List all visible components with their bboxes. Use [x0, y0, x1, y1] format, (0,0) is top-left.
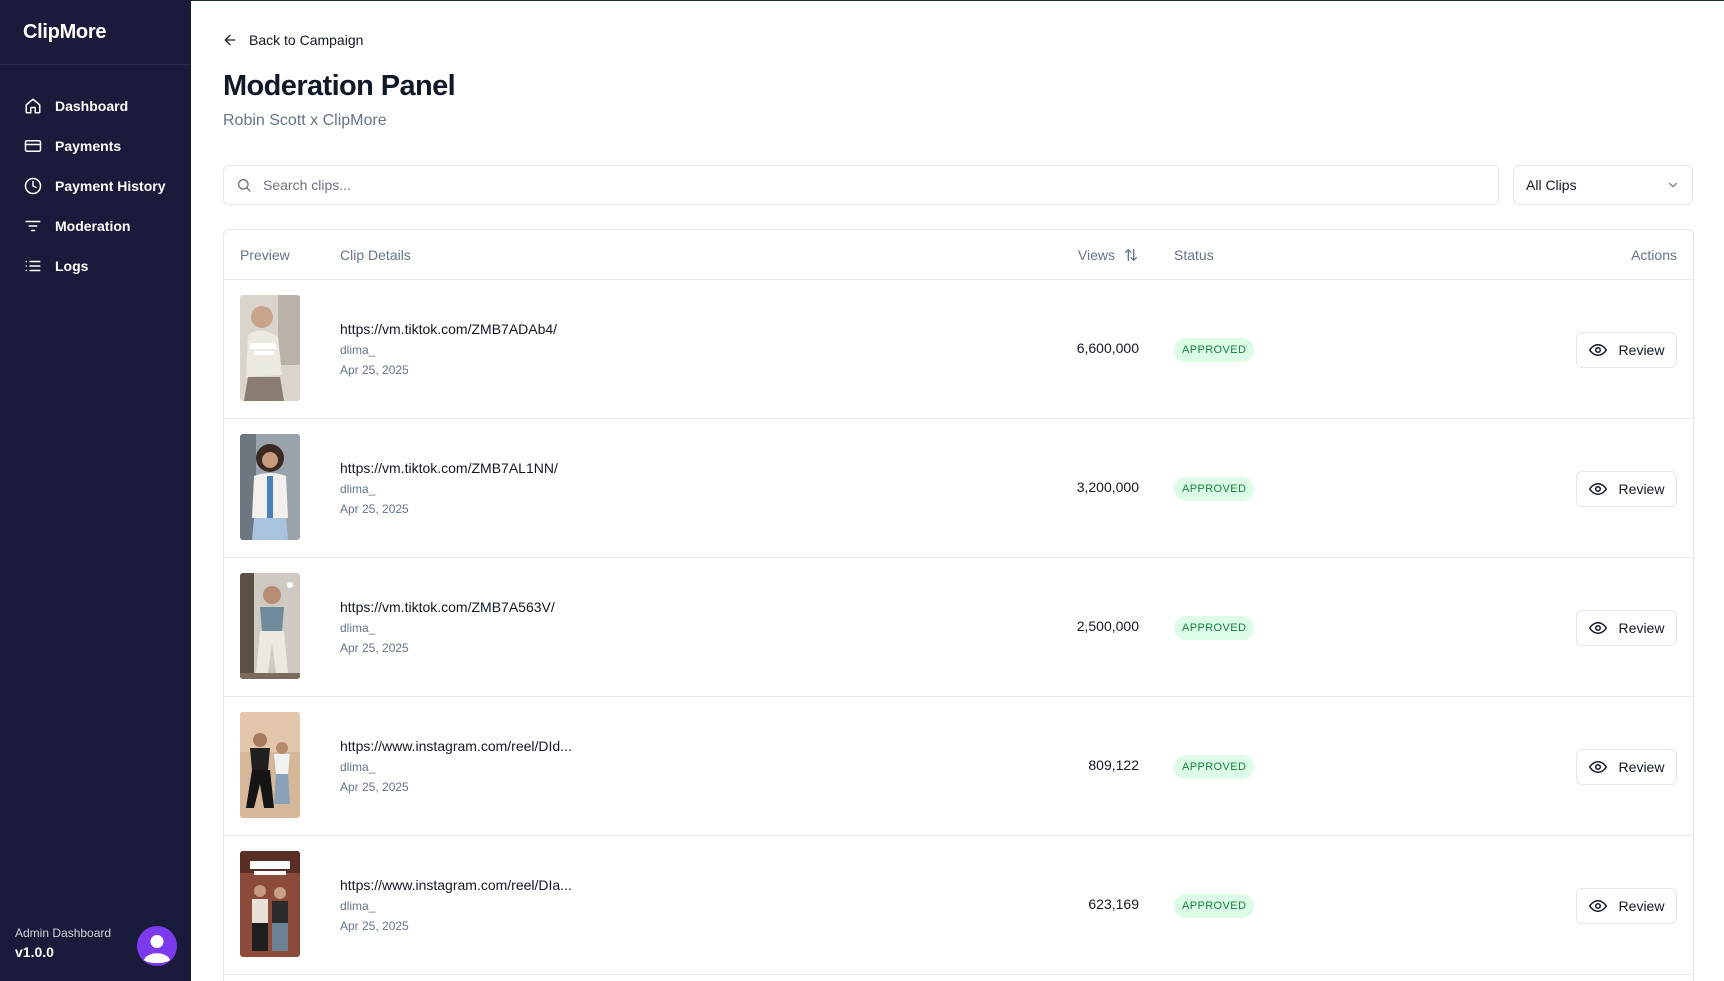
sidebar-item-label: Dashboard — [55, 98, 129, 114]
sidebar-item-dashboard[interactable]: Dashboard — [0, 86, 191, 126]
column-header-clip-details: Clip Details — [340, 247, 411, 263]
column-header-actions: Actions — [1631, 247, 1677, 263]
eye-icon — [1588, 619, 1607, 637]
clock-icon — [23, 176, 43, 196]
eye-icon — [1588, 758, 1607, 776]
status-badge: APPROVED — [1174, 477, 1255, 501]
review-button-label: Review — [1618, 898, 1665, 914]
sort-arrows-icon — [1123, 247, 1139, 263]
clip-username: dlima_ — [340, 482, 376, 496]
clip-url-link[interactable]: https://www.instagram.com/reel/DId... — [340, 738, 572, 754]
clip-username: dlima_ — [340, 343, 376, 357]
sidebar: ClipMore Dashboard Payments Payment Hist… — [0, 0, 191, 981]
sidebar-item-moderation[interactable]: Moderation — [0, 206, 191, 246]
clips-table: Preview Clip Details Views Status Action… — [223, 229, 1694, 981]
sidebar-nav: Dashboard Payments Payment History Moder… — [0, 86, 191, 286]
column-header-preview: Preview — [240, 247, 290, 263]
sidebar-footer: Admin Dashboard v1.0.0 — [15, 925, 185, 969]
chevron-down-icon — [1666, 178, 1680, 192]
table-row: https://www.instagram.com/reel/DId... dl… — [224, 697, 1693, 836]
clip-views: 809,122 — [1088, 757, 1139, 773]
clip-url-link[interactable]: https://vm.tiktok.com/ZMB7A563V/ — [340, 599, 555, 615]
clip-views: 2,500,000 — [1076, 618, 1139, 634]
clip-views: 623,169 — [1088, 896, 1139, 912]
table-row: https://vm.tiktok.com/ZMB7AL1NN/ dlima_ … — [224, 419, 1693, 558]
search-box — [223, 165, 1499, 205]
search-input[interactable] — [263, 177, 1443, 193]
review-button[interactable]: Review — [1576, 471, 1677, 507]
clip-url-link[interactable]: https://vm.tiktok.com/ZMB7ADAb4/ — [340, 321, 557, 337]
sidebar-item-label: Moderation — [55, 218, 131, 234]
clip-thumbnail[interactable] — [240, 573, 300, 679]
sidebar-item-label: Payments — [55, 138, 122, 154]
table-header: Preview Clip Details Views Status Action… — [224, 230, 1693, 280]
clip-details: https://www.instagram.com/reel/DIa... dl… — [340, 877, 572, 933]
footer-label: Admin Dashboard — [15, 926, 112, 940]
clip-url-link[interactable]: https://vm.tiktok.com/ZMB7AL1NN/ — [340, 460, 558, 476]
sidebar-divider — [0, 64, 191, 65]
column-header-status: Status — [1174, 247, 1214, 263]
eye-icon — [1588, 897, 1607, 915]
review-button[interactable]: Review — [1576, 332, 1677, 368]
filter-selected-value: All Clips — [1526, 177, 1577, 193]
clip-username: dlima_ — [340, 621, 376, 635]
sidebar-item-label: Logs — [55, 258, 89, 274]
review-button-label: Review — [1618, 759, 1665, 775]
clip-thumbnail[interactable] — [240, 295, 300, 401]
home-icon — [23, 96, 43, 116]
review-button[interactable]: Review — [1576, 610, 1677, 646]
column-header-views-label: Views — [1077, 247, 1115, 263]
arrow-left-icon — [222, 32, 238, 48]
column-header-views[interactable]: Views — [1078, 247, 1139, 263]
list-icon — [23, 256, 43, 276]
review-button-label: Review — [1618, 620, 1665, 636]
clip-details: https://vm.tiktok.com/ZMB7ADAb4/ dlima_ … — [340, 321, 557, 377]
status-badge: APPROVED — [1174, 616, 1255, 640]
review-button[interactable]: Review — [1576, 888, 1677, 924]
eye-icon — [1588, 480, 1607, 498]
version-label: v1.0.0 — [15, 944, 54, 960]
back-label: Back to Campaign — [249, 32, 364, 48]
main-content: Back to Campaign Moderation Panel Robin … — [191, 0, 1724, 981]
clip-date: Apr 25, 2025 — [340, 502, 409, 516]
review-button[interactable]: Review — [1576, 749, 1677, 785]
status-badge: APPROVED — [1174, 755, 1255, 779]
status-badge: APPROVED — [1174, 338, 1255, 362]
eye-icon — [1588, 341, 1607, 359]
page-title: Moderation Panel — [223, 70, 456, 102]
clip-url-link[interactable]: https://www.instagram.com/reel/DIa... — [340, 877, 572, 893]
back-to-campaign-link[interactable]: Back to Campaign — [222, 32, 363, 48]
clip-details: https://vm.tiktok.com/ZMB7A563V/ dlima_ … — [340, 599, 555, 655]
clip-date: Apr 25, 2025 — [340, 641, 409, 655]
clip-filter-select[interactable]: All Clips — [1513, 165, 1693, 205]
clip-details: https://www.instagram.com/reel/DId... dl… — [340, 738, 572, 794]
sidebar-item-logs[interactable]: Logs — [0, 246, 191, 286]
clip-username: dlima_ — [340, 760, 376, 774]
filter-icon — [23, 216, 43, 236]
table-row: https://www.instagram.com/reel/DIa... dl… — [224, 836, 1693, 975]
sidebar-item-payments[interactable]: Payments — [0, 126, 191, 166]
clip-thumbnail[interactable] — [240, 712, 300, 818]
clip-date: Apr 25, 2025 — [340, 780, 409, 794]
credit-card-icon — [23, 136, 43, 156]
sidebar-item-label: Payment History — [55, 178, 166, 194]
status-badge: APPROVED — [1174, 894, 1255, 918]
clip-details: https://vm.tiktok.com/ZMB7AL1NN/ dlima_ … — [340, 460, 558, 516]
clip-thumbnail[interactable] — [240, 851, 300, 957]
table-row: https://vm.tiktok.com/ZMB7ADAb4/ dlima_ … — [224, 280, 1693, 419]
clip-views: 3,200,000 — [1076, 479, 1139, 495]
review-button-label: Review — [1618, 481, 1665, 497]
clip-thumbnail[interactable] — [240, 434, 300, 540]
clip-date: Apr 25, 2025 — [340, 919, 409, 933]
table-row: https://vm.tiktok.com/ZMB7A563V/ dlima_ … — [224, 558, 1693, 697]
review-button-label: Review — [1618, 342, 1665, 358]
search-icon — [236, 177, 252, 193]
sidebar-item-payment-history[interactable]: Payment History — [0, 166, 191, 206]
clip-date: Apr 25, 2025 — [340, 363, 409, 377]
page-subtitle: Robin Scott x ClipMore — [223, 112, 387, 129]
clip-views: 6,600,000 — [1076, 340, 1139, 356]
brand-logo[interactable]: ClipMore — [23, 21, 106, 44]
user-avatar-icon[interactable] — [137, 926, 177, 966]
clip-username: dlima_ — [340, 899, 376, 913]
